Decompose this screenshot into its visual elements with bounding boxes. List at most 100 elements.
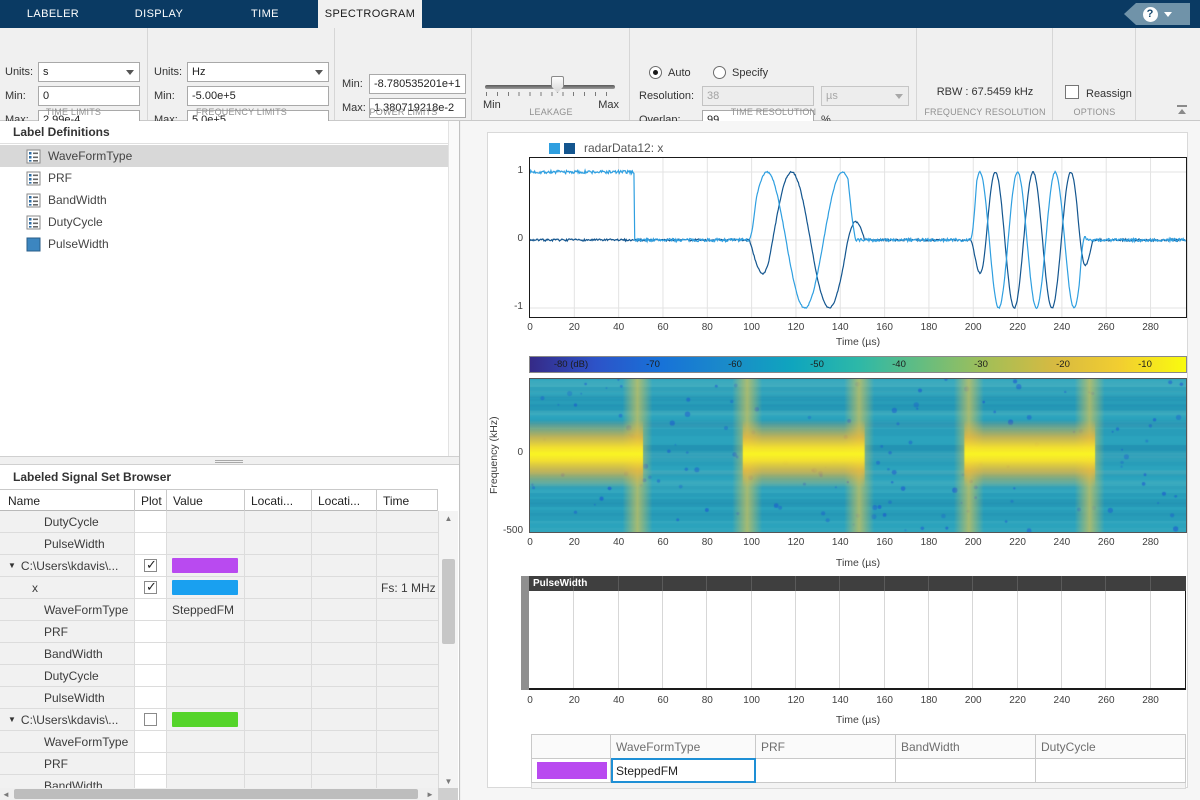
help-area[interactable]: ? — [1124, 3, 1190, 25]
auto-radio-label[interactable]: Auto — [668, 67, 691, 79]
browser-vertical-scrollbar[interactable]: ▲ ▼ — [438, 511, 458, 788]
plot-cell[interactable] — [135, 643, 167, 664]
tab-display[interactable]: DISPLAY — [106, 0, 212, 28]
value-cell[interactable] — [167, 753, 245, 774]
table-row[interactable]: BandWidth — [0, 643, 438, 665]
label-table-cell-waveformtype[interactable]: SteppedFM — [611, 758, 756, 783]
table-row[interactable]: PulseWidth — [0, 687, 438, 709]
specify-radio[interactable] — [713, 66, 726, 79]
table-row[interactable]: ▼ C:\Users\kdavis\... — [0, 709, 438, 731]
freq-min-field[interactable]: -5.00e+5 — [187, 86, 329, 106]
expander-icon[interactable]: ▼ — [8, 715, 16, 724]
value-cell[interactable] — [167, 577, 245, 598]
table-row[interactable]: DutyCycle — [0, 665, 438, 687]
value-cell[interactable] — [167, 533, 245, 554]
label-definitions-scrollbar[interactable] — [448, 121, 459, 456]
label-table-cell-bandwidth[interactable] — [896, 758, 1036, 783]
help-icon[interactable]: ? — [1142, 6, 1158, 22]
scroll-up-icon[interactable]: ▲ — [439, 511, 458, 525]
plot-cell[interactable] — [135, 511, 167, 532]
value-cell[interactable] — [167, 665, 245, 686]
resolution-units-dropdown[interactable]: µs — [821, 86, 909, 106]
table-row[interactable]: PRF — [0, 753, 438, 775]
column-header-plot[interactable]: Plot — [135, 490, 167, 511]
table-row[interactable]: DutyCycle — [0, 511, 438, 533]
browser-horizontal-scrollbar[interactable]: ◄ ► — [0, 788, 438, 800]
expander-icon[interactable]: ▼ — [8, 561, 16, 570]
value-cell[interactable] — [167, 709, 245, 730]
value-cell[interactable] — [167, 643, 245, 664]
help-dropdown-caret-icon[interactable] — [1163, 11, 1172, 17]
value-cell[interactable] — [167, 555, 245, 576]
label-definition-item-bandwidth[interactable]: BandWidth — [0, 189, 448, 211]
plot-cell[interactable] — [135, 599, 167, 620]
label-definition-item-waveformtype[interactable]: WaveFormType — [0, 145, 448, 167]
label-track-body[interactable] — [529, 591, 1186, 690]
time-domain-plot[interactable] — [529, 157, 1187, 318]
scroll-left-icon[interactable]: ◄ — [0, 788, 12, 800]
column-header-time[interactable]: Time — [377, 490, 438, 511]
label-table-cell-prf[interactable] — [756, 758, 896, 783]
table-row[interactable]: PulseWidth — [0, 533, 438, 555]
value-cell[interactable] — [167, 687, 245, 708]
label-table-swatch-cell[interactable] — [531, 758, 611, 783]
table-row[interactable]: BandWidth — [0, 775, 438, 788]
time-units-dropdown[interactable]: s — [38, 62, 140, 82]
plot-cell[interactable] — [135, 709, 167, 730]
panel-splitter[interactable] — [0, 456, 459, 465]
plot-checkbox[interactable] — [144, 713, 157, 726]
spectrogram-plot[interactable] — [529, 378, 1187, 533]
label-table-cell-dutycycle[interactable] — [1036, 758, 1186, 783]
plot-cell[interactable] — [135, 731, 167, 752]
reassign-checkbox[interactable] — [1065, 85, 1079, 99]
label-track-header[interactable]: PulseWidth — [529, 576, 1186, 591]
plot-cell[interactable] — [135, 753, 167, 774]
value-cell[interactable] — [167, 775, 245, 788]
value-cell[interactable]: SteppedFM — [167, 599, 245, 620]
auto-radio[interactable] — [649, 66, 662, 79]
plot-cell[interactable] — [135, 555, 167, 576]
label-definition-item-pulsewidth[interactable]: PulseWidth — [0, 233, 448, 255]
column-header-name[interactable]: Name — [0, 490, 135, 511]
tab-labeler[interactable]: LABELER — [0, 0, 106, 28]
plot-cell[interactable] — [135, 577, 167, 598]
label-track-handle[interactable] — [521, 576, 529, 690]
plot-cell[interactable] — [135, 687, 167, 708]
label-track-xlabel: Time (µs) — [835, 714, 881, 726]
value-cell[interactable] — [167, 621, 245, 642]
table-row[interactable]: x Fs: 1 MHz — [0, 577, 438, 599]
plot-cell[interactable] — [135, 621, 167, 642]
collapse-toolstrip-icon[interactable] — [1176, 105, 1188, 114]
power-min-field[interactable]: -8.780535201e+1 — [369, 74, 466, 94]
reassign-label[interactable]: Reassign — [1086, 88, 1132, 100]
table-row[interactable]: ▼ C:\Users\kdavis\... — [0, 555, 438, 577]
leakage-slider-thumb[interactable] — [551, 76, 564, 93]
plot-cell[interactable] — [135, 775, 167, 788]
plot-checkbox[interactable] — [144, 557, 157, 573]
label-definition-item-prf[interactable]: PRF — [0, 167, 448, 189]
scroll-right-icon[interactable]: ► — [424, 788, 436, 800]
time-min-field[interactable]: 0 — [38, 86, 140, 106]
scrollbar-thumb[interactable] — [14, 789, 418, 799]
plot-cell[interactable] — [135, 533, 167, 554]
scrollbar-thumb[interactable] — [442, 559, 455, 644]
column-header-value[interactable]: Value — [167, 490, 245, 511]
resolution-field[interactable]: 38 — [702, 86, 814, 106]
tab-spectrogram[interactable]: SPECTROGRAM — [318, 0, 422, 28]
value-cell[interactable] — [167, 731, 245, 752]
scroll-down-icon[interactable]: ▼ — [439, 774, 458, 788]
x-tick-120: 120 — [787, 695, 805, 706]
label-definition-item-dutycycle[interactable]: DutyCycle — [0, 211, 448, 233]
specify-radio-label[interactable]: Specify — [732, 67, 768, 79]
plot-cell[interactable] — [135, 665, 167, 686]
value-cell[interactable] — [167, 511, 245, 532]
column-header-locati[interactable]: Locati... — [312, 490, 377, 511]
table-row[interactable]: WaveFormType — [0, 731, 438, 753]
freq-units-dropdown[interactable]: Hz — [187, 62, 329, 82]
table-row[interactable]: WaveFormType SteppedFM — [0, 599, 438, 621]
plot-checkbox[interactable] — [144, 579, 157, 595]
leakage-slider-track[interactable] — [485, 85, 615, 89]
tab-time[interactable]: TIME — [212, 0, 318, 28]
table-row[interactable]: PRF — [0, 621, 438, 643]
column-header-locati[interactable]: Locati... — [245, 490, 312, 511]
